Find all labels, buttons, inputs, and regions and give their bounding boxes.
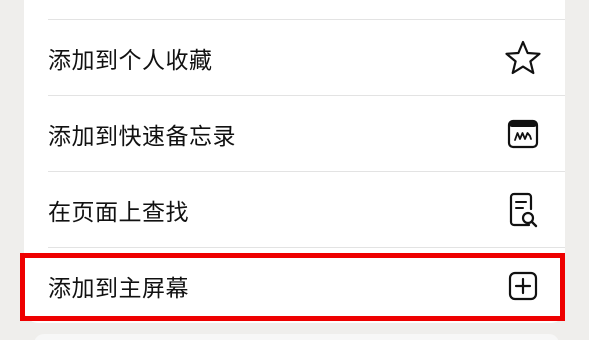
menu-item-label: 在页面上查找 bbox=[48, 199, 189, 226]
action-menu: 添加到个人收藏 添加到快速备忘录 在页面上查找 添加到主屏幕 bbox=[24, 0, 565, 323]
menu-item-label: 添加到主屏幕 bbox=[48, 275, 189, 302]
menu-item-partial[interactable] bbox=[24, 0, 565, 19]
add-square-icon bbox=[503, 266, 543, 306]
next-menu-card bbox=[34, 334, 559, 340]
star-icon bbox=[503, 38, 543, 78]
quick-note-icon bbox=[503, 114, 543, 154]
menu-item-add-to-home-screen[interactable]: 添加到主屏幕 bbox=[24, 248, 565, 323]
menu-item-label: 添加到个人收藏 bbox=[48, 47, 213, 74]
menu-item-find-on-page[interactable]: 在页面上查找 bbox=[24, 172, 565, 247]
menu-item-add-to-quick-note[interactable]: 添加到快速备忘录 bbox=[24, 96, 565, 171]
share-sheet: 添加到个人收藏 添加到快速备忘录 在页面上查找 添加到主屏幕 bbox=[0, 0, 589, 340]
menu-item-label: 添加到快速备忘录 bbox=[48, 123, 236, 150]
menu-item-add-to-favorites[interactable]: 添加到个人收藏 bbox=[24, 20, 565, 95]
find-in-page-icon bbox=[503, 190, 543, 230]
